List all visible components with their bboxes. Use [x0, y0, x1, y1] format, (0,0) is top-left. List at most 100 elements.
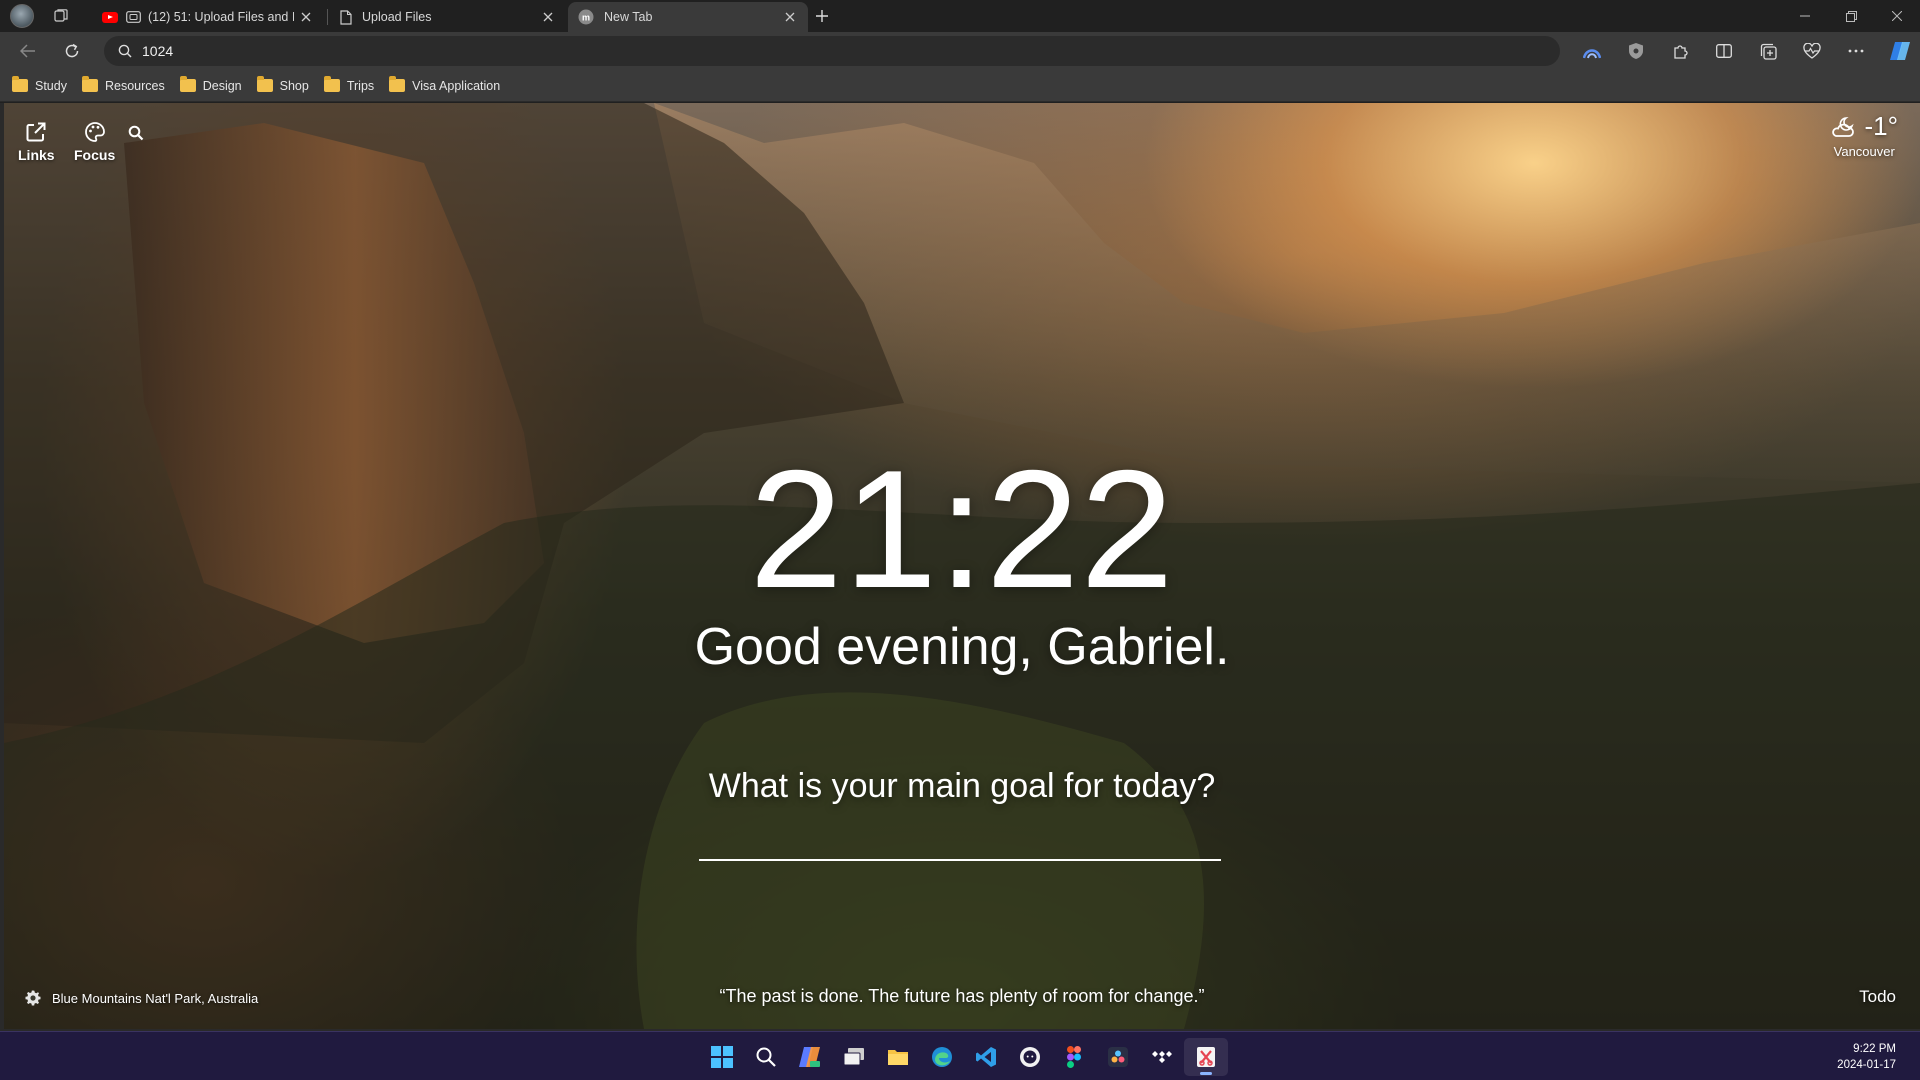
snipping-tool-button[interactable] — [1184, 1038, 1228, 1076]
momentum-icon: m — [578, 9, 594, 25]
collections-icon[interactable] — [1746, 36, 1790, 66]
clock-time: 21:22 — [749, 435, 1175, 623]
tab-strip: (12) 51: Upload Files and Im Upload File… — [0, 0, 1920, 32]
close-window-button[interactable] — [1874, 0, 1920, 32]
tab-youtube[interactable]: (12) 51: Upload Files and Im — [92, 2, 324, 32]
svg-text:m: m — [582, 13, 590, 23]
profile-avatar[interactable] — [10, 4, 34, 28]
task-view-button[interactable] — [832, 1038, 876, 1076]
copilot-icon[interactable] — [1878, 36, 1920, 66]
favorite-folder-trips[interactable]: Trips — [323, 76, 375, 93]
address-input[interactable] — [142, 43, 1442, 59]
start-button[interactable] — [700, 1038, 744, 1076]
folder-icon — [888, 1050, 908, 1065]
system-date: 2024-01-17 — [1837, 1059, 1896, 1071]
figma-button[interactable] — [1052, 1038, 1096, 1076]
palette-icon — [84, 122, 105, 142]
search-button[interactable] — [128, 125, 144, 141]
greeting-text: Good evening, Gabriel. — [694, 618, 1230, 676]
close-tab-icon[interactable] — [540, 9, 556, 25]
momentum-dashboard: Links Focus -1° Vancouver 21:22 Good eve… — [4, 103, 1920, 1029]
favorite-label: Study — [35, 78, 67, 93]
links-button[interactable]: Links — [18, 121, 55, 163]
back-button[interactable] — [10, 36, 46, 66]
figma-icon — [1067, 1046, 1081, 1068]
task-view-icon — [843, 1048, 864, 1066]
plus-icon — [816, 10, 828, 22]
folder-icon — [389, 76, 406, 92]
folder-icon — [81, 76, 98, 92]
copilot-icon — [799, 1047, 820, 1067]
more-menu-icon[interactable] — [1834, 36, 1878, 66]
favorite-label: Trips — [346, 78, 375, 93]
snipping-tool-icon — [1197, 1047, 1215, 1067]
favorite-folder-design[interactable]: Design — [179, 76, 242, 93]
external-link-icon — [26, 122, 46, 142]
weather-widget[interactable]: -1° Vancouver — [1830, 111, 1898, 159]
taskbar-apps — [700, 1038, 1228, 1076]
performance-heart-icon[interactable] — [1790, 36, 1834, 66]
favorite-folder-study[interactable]: Study — [12, 76, 67, 93]
restore-button[interactable] — [1828, 0, 1874, 32]
github-desktop-button[interactable] — [1008, 1038, 1052, 1076]
minimize-button[interactable] — [1782, 0, 1828, 32]
vscode-icon — [976, 1047, 996, 1067]
new-tab-button[interactable] — [812, 6, 832, 26]
tab-upload-files[interactable]: Upload Files — [330, 2, 566, 32]
file-explorer-button[interactable] — [876, 1038, 920, 1076]
favorite-label: Visa Application — [412, 78, 501, 93]
github-icon — [1020, 1047, 1040, 1067]
favorite-folder-shop[interactable]: Shop — [256, 76, 309, 93]
close-tab-icon[interactable] — [782, 9, 798, 25]
main-goal-input[interactable] — [699, 821, 1221, 861]
davinci-resolve-button[interactable] — [1096, 1038, 1140, 1076]
window-controls — [1782, 0, 1920, 32]
favorites-bar: Study Resources Design Shop Trips Visa A… — [0, 70, 1920, 102]
page-icon — [340, 9, 352, 25]
shield-icon[interactable] — [1614, 36, 1658, 66]
browser-essentials-icon[interactable] — [1570, 36, 1614, 66]
favorite-folder-visa-application[interactable]: Visa Application — [389, 76, 501, 93]
toolbar-icons — [1570, 36, 1920, 66]
tab-new-tab[interactable]: m New Tab — [568, 2, 808, 32]
links-label: Links — [18, 147, 55, 163]
vscode-button[interactable] — [964, 1038, 1008, 1076]
weather-temperature: -1° — [1864, 111, 1898, 141]
focus-button[interactable]: Focus — [74, 121, 115, 163]
tab-title: Upload Files — [362, 10, 432, 24]
refresh-button[interactable] — [54, 36, 90, 66]
cloudy-moon-icon — [1832, 116, 1855, 137]
workspaces-icon[interactable] — [50, 5, 72, 27]
favorite-folder-resources[interactable]: Resources — [81, 76, 165, 93]
search-icon — [756, 1047, 776, 1067]
windows-logo-icon — [711, 1046, 733, 1068]
folder-icon — [256, 76, 273, 92]
todo-button[interactable]: Todo — [1859, 987, 1896, 1007]
folder-icon — [179, 76, 196, 92]
edge-browser-button[interactable] — [920, 1038, 964, 1076]
tidal-button[interactable] — [1140, 1038, 1184, 1076]
system-time: 9:22 PM — [1853, 1043, 1896, 1055]
search-icon — [118, 44, 132, 58]
close-tab-icon[interactable] — [298, 9, 314, 25]
address-bar[interactable] — [104, 36, 1560, 66]
edge-icon — [932, 1047, 952, 1067]
copilot-taskbar-button[interactable] — [788, 1038, 832, 1076]
folder-icon — [12, 76, 28, 92]
tab-separator — [327, 9, 328, 25]
back-arrow-icon — [20, 44, 35, 58]
main-goal-question: What is your main goal for today? — [708, 767, 1216, 805]
extensions-icon[interactable] — [1658, 36, 1702, 66]
daily-quote[interactable]: “The past is done. The future has plenty… — [4, 986, 1920, 1007]
tab-title: New Tab — [604, 10, 653, 24]
taskbar-search-button[interactable] — [744, 1038, 788, 1076]
windows-taskbar: 9:22 PM 2024-01-17 — [0, 1031, 1920, 1080]
split-screen-icon[interactable] — [1702, 36, 1746, 66]
search-icon — [128, 125, 144, 141]
system-clock[interactable]: 9:22 PM 2024-01-17 — [1837, 1041, 1896, 1073]
favorite-label: Design — [202, 78, 242, 93]
weather-city: Vancouver — [1833, 144, 1895, 159]
davinci-icon — [1108, 1047, 1128, 1067]
focus-label: Focus — [74, 147, 116, 163]
refresh-icon — [65, 43, 79, 58]
